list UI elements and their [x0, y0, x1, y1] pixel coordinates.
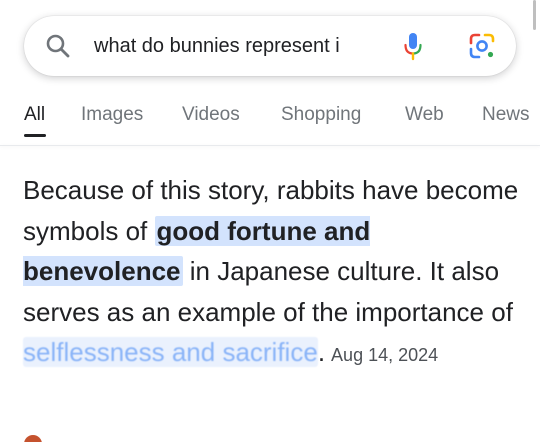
tab-videos[interactable]: Videos — [182, 104, 240, 126]
snippet-faded-text: selflessness and sacrifice — [23, 337, 318, 368]
search-icon[interactable] — [45, 33, 71, 59]
scroll-indicator[interactable] — [533, 0, 536, 30]
google-lens-icon[interactable] — [465, 29, 499, 63]
active-tab-indicator — [24, 134, 46, 137]
source-favicon[interactable] — [24, 435, 42, 442]
search-tabs: All Images Videos Shopping Web News — [0, 100, 540, 136]
tabs-divider — [0, 145, 540, 146]
search-results-screen: All Images Videos Shopping Web News Beca… — [0, 0, 540, 442]
tab-all[interactable]: All — [24, 104, 45, 126]
snippet-date: Aug 14, 2024 — [331, 345, 439, 366]
featured-snippet: Because of this story, rabbits have beco… — [23, 170, 523, 376]
tab-shopping[interactable]: Shopping — [281, 104, 361, 126]
microphone-icon[interactable] — [396, 29, 430, 63]
search-input[interactable] — [94, 30, 394, 62]
tab-news[interactable]: News — [482, 104, 530, 126]
search-bar[interactable] — [24, 16, 516, 76]
tab-images[interactable]: Images — [81, 104, 143, 126]
snippet-text-end: . — [317, 337, 326, 368]
tab-web[interactable]: Web — [405, 104, 444, 126]
